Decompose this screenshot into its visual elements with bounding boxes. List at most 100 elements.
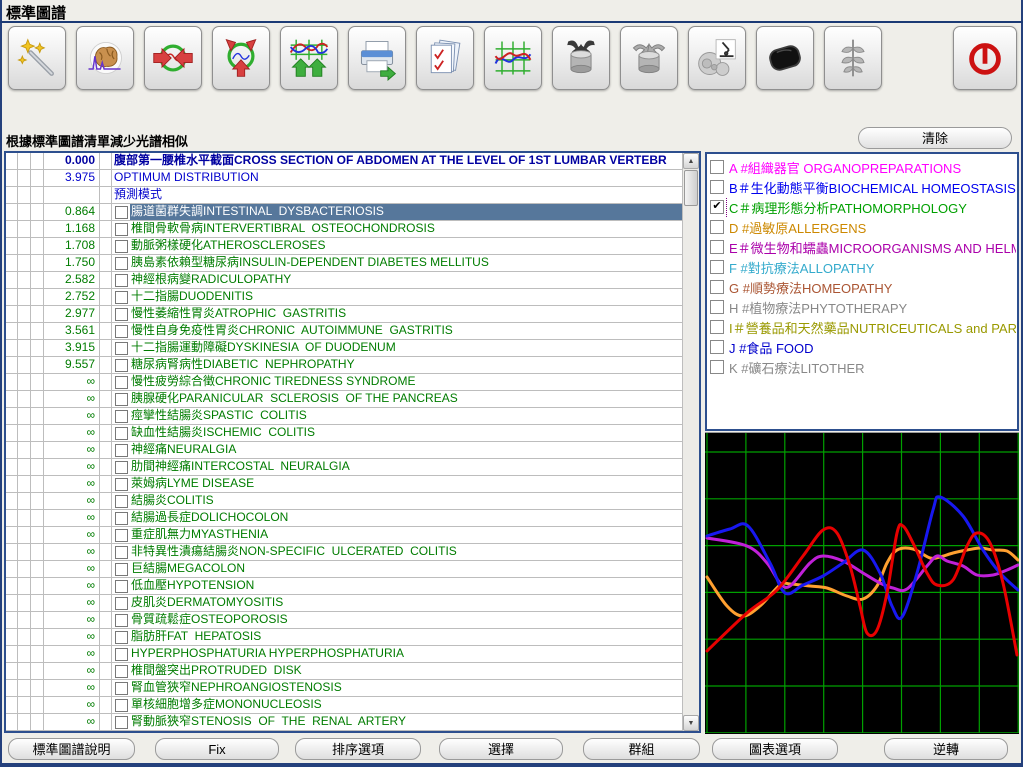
- row-checkbox[interactable]: [115, 528, 128, 542]
- category-item[interactable]: B＃生化動態平衡BIOCHEMICAL HOMEOSTASIS: [709, 177, 1016, 197]
- toolbar-button-plant[interactable]: [824, 26, 882, 90]
- table-row[interactable]: ∞ 低血壓HYPOTENSION: [6, 578, 682, 595]
- toolbar-button-multi-compare[interactable]: [212, 26, 270, 90]
- category-checkbox[interactable]: [710, 280, 724, 294]
- row-checkbox[interactable]: [115, 494, 128, 508]
- row-checkbox[interactable]: [115, 511, 128, 525]
- row-label[interactable]: 慢性疲勞綜合徵CHRONIC TIREDNESS SYNDROME: [130, 374, 682, 390]
- row-checkbox[interactable]: [115, 579, 128, 593]
- row-checkbox[interactable]: [115, 715, 128, 729]
- row-label[interactable]: 十二指腸運動障礙DYSKINESIA OF DUODENUM: [130, 340, 682, 356]
- row-label[interactable]: 腸道菌群失調INTESTINAL DYSBACTERIOSIS: [130, 204, 682, 220]
- row-checkbox[interactable]: [115, 681, 128, 695]
- table-row[interactable]: ∞ 結腸炎COLITIS: [6, 493, 682, 510]
- row-label[interactable]: HYPERPHOSPHATURIA HYPERPHOSPHATURIA: [130, 646, 682, 662]
- table-row[interactable]: ∞ 萊姆病LYME DISEASE: [6, 476, 682, 493]
- row-label[interactable]: 胰腺硬化PARANICULAR SCLEROSIS OF THE PANCREA…: [130, 391, 682, 407]
- row-label[interactable]: 腎動脈狹窄STENOSIS OF THE RENAL ARTERY: [130, 714, 682, 730]
- table-row[interactable]: 1.750 胰島素依賴型糖尿病INSULIN-DEPENDENT DIABETES…: [6, 255, 682, 272]
- row-checkbox[interactable]: [115, 460, 128, 474]
- row-label[interactable]: 神經根病變RADICULOPATHY: [130, 272, 682, 288]
- row-checkbox[interactable]: [115, 630, 128, 644]
- row-checkbox[interactable]: [115, 596, 128, 610]
- row-label[interactable]: 動脈粥樣硬化ATHEROSCLEROSES: [130, 238, 682, 254]
- row-checkbox[interactable]: [115, 545, 128, 559]
- table-row[interactable]: ∞ 皮肌炎DERMATOMYOSITIS: [6, 595, 682, 612]
- category-item[interactable]: F #對抗療法ALLOPATHY: [709, 257, 1016, 277]
- table-row[interactable]: ∞ 骨質疏鬆症OSTEOPOROSIS: [6, 612, 682, 629]
- row-label[interactable]: 低血壓HYPOTENSION: [130, 578, 682, 594]
- table-row[interactable]: 2.582 神經根病變RADICULOPATHY: [6, 272, 682, 289]
- scroll-thumb[interactable]: [684, 170, 698, 206]
- row-label[interactable]: 椎間盤突出PROTRUDED DISK: [130, 663, 682, 679]
- row-label[interactable]: 腎血管狹窄NEPHROANGIOSTENOSIS: [130, 680, 682, 696]
- category-checkbox[interactable]: [710, 260, 724, 274]
- row-checkbox[interactable]: [115, 613, 128, 627]
- group-button[interactable]: 群組: [583, 738, 700, 760]
- toolbar-button-brain[interactable]: [76, 26, 134, 90]
- toolbar-button-magic-wand[interactable]: [8, 26, 66, 90]
- category-item[interactable]: J #食品 FOOD: [709, 337, 1016, 357]
- table-row[interactable]: ∞ 腎血管狹窄NEPHROANGIOSTENOSIS: [6, 680, 682, 697]
- row-label[interactable]: 椎間骨軟骨病INTERVERTIBRAL OSTEOCHONDROSIS: [130, 221, 682, 237]
- sort-options-button[interactable]: 排序選項: [295, 738, 421, 760]
- toolbar-button-stone[interactable]: [756, 26, 814, 90]
- table-row[interactable]: ∞ 巨結腸MEGACOLON: [6, 561, 682, 578]
- table-row[interactable]: 3.975 OPTIMUM DISTRIBUTION: [6, 170, 682, 187]
- row-label[interactable]: 慢性自身免疫性胃炎CHRONIC AUTOIMMUNE GASTRITIS: [130, 323, 682, 339]
- row-label[interactable]: 結腸炎COLITIS: [130, 493, 682, 509]
- category-item[interactable]: ✔ C＃病理形態分析PATHOMORPHOLOGY: [709, 197, 1016, 217]
- table-row[interactable]: ∞ 神經痛NEURALGIA: [6, 442, 682, 459]
- row-checkbox[interactable]: [115, 222, 128, 236]
- scroll-down-button[interactable]: ▼: [683, 715, 699, 731]
- row-checkbox[interactable]: [115, 647, 128, 661]
- row-label[interactable]: 腹部第一腰椎水平截面CROSS SECTION OF ABDOMEN AT TH…: [113, 153, 682, 169]
- table-row[interactable]: ∞ 痙攣性結腸炎SPASTIC COLITIS: [6, 408, 682, 425]
- toolbar-button-vegeto-test-in[interactable]: [552, 26, 610, 90]
- row-checkbox[interactable]: [115, 375, 128, 389]
- scroll-track[interactable]: [683, 207, 699, 715]
- row-checkbox[interactable]: [115, 664, 128, 678]
- toolbar-button-test-notes[interactable]: [416, 26, 474, 90]
- category-item[interactable]: D #過敏原ALLERGENS: [709, 217, 1016, 237]
- table-row[interactable]: ∞ 非特異性潰瘍結腸炎NON-SPECIFIC ULCERATED COLITIS: [6, 544, 682, 561]
- row-label[interactable]: 皮肌炎DERMATOMYOSITIS: [130, 595, 682, 611]
- row-label[interactable]: 脂肪肝FAT HEPATOSIS: [130, 629, 682, 645]
- chart-options-button[interactable]: 圖表選項: [712, 738, 838, 760]
- table-row[interactable]: ∞ 慢性疲勞綜合徵CHRONIC TIREDNESS SYNDROME: [6, 374, 682, 391]
- table-row[interactable]: ∞ 脂肪肝FAT HEPATOSIS: [6, 629, 682, 646]
- row-checkbox[interactable]: [115, 256, 128, 270]
- category-checkbox[interactable]: [710, 220, 724, 234]
- table-row[interactable]: ∞ 椎間盤突出PROTRUDED DISK: [6, 663, 682, 680]
- row-checkbox[interactable]: [115, 562, 128, 576]
- row-label[interactable]: 骨質疏鬆症OSTEOPOROSIS: [130, 612, 682, 628]
- select-button[interactable]: 選擇: [439, 738, 563, 760]
- row-checkbox[interactable]: [115, 409, 128, 423]
- table-row[interactable]: 0.000 腹部第一腰椎水平截面CROSS SECTION OF ABDOMEN …: [6, 153, 682, 170]
- row-checkbox[interactable]: [115, 290, 128, 304]
- row-checkbox[interactable]: [115, 358, 128, 372]
- row-label[interactable]: 巨結腸MEGACOLON: [130, 561, 682, 577]
- row-label[interactable]: 預測模式: [113, 187, 682, 203]
- category-checkbox[interactable]: [710, 360, 724, 374]
- category-checkbox[interactable]: ✔: [710, 200, 724, 214]
- row-label[interactable]: 缺血性結腸炎ISCHEMIC COLITIS: [130, 425, 682, 441]
- row-checkbox[interactable]: [115, 307, 128, 321]
- etalon-description-button[interactable]: 標準圖譜說明: [8, 738, 135, 760]
- exit-power-button[interactable]: [953, 26, 1017, 90]
- category-item[interactable]: H #植物療法PHYTOTHERAPY: [709, 297, 1016, 317]
- row-label[interactable]: 單核細胞增多症MONONUCLEOSIS: [130, 697, 682, 713]
- row-checkbox[interactable]: [115, 477, 128, 491]
- table-row[interactable]: ∞ 缺血性結腸炎ISCHEMIC COLITIS: [6, 425, 682, 442]
- category-checkbox[interactable]: [710, 340, 724, 354]
- fix-button[interactable]: Fix: [155, 738, 279, 760]
- clear-button[interactable]: 清除: [858, 127, 1012, 149]
- table-row[interactable]: ∞ 肋間神經痛INTERCOSTAL NEURALGIA: [6, 459, 682, 476]
- row-label[interactable]: 重症肌無力MYASTHENIA: [130, 527, 682, 543]
- row-checkbox[interactable]: [115, 324, 128, 338]
- table-row[interactable]: ∞ HYPERPHOSPHATURIA HYPERPHOSPHATURIA: [6, 646, 682, 663]
- invert-button[interactable]: 逆轉: [884, 738, 1008, 760]
- row-label[interactable]: 十二指腸DUODENITIS: [130, 289, 682, 305]
- toolbar-button-vegeto-test-out[interactable]: [620, 26, 678, 90]
- table-row[interactable]: 2.752 十二指腸DUODENITIS: [6, 289, 682, 306]
